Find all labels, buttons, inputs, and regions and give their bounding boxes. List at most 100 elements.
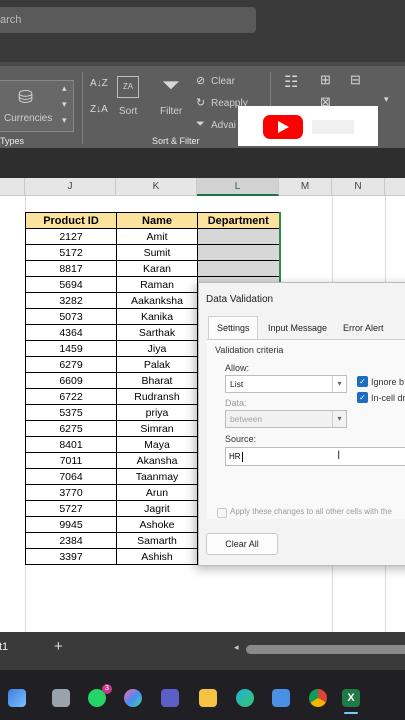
chrome-icon[interactable] (309, 689, 327, 707)
store-icon[interactable] (272, 689, 290, 707)
data-select[interactable]: between ▾ (225, 410, 347, 428)
cell-name[interactable]: Samarth (116, 532, 198, 549)
cell-name[interactable]: Karan (116, 260, 198, 277)
currencies-label: Currencies (4, 113, 53, 124)
cell-product-id[interactable]: 3282 (25, 292, 117, 309)
tab-settings[interactable]: Settings (217, 323, 250, 333)
flash-fill-icon[interactable]: ⊞ (320, 72, 331, 88)
source-input[interactable]: HR I (225, 447, 405, 466)
cell-product-id[interactable]: 2384 (25, 532, 117, 549)
cell-product-id[interactable]: 9945 (25, 516, 117, 533)
copilot-icon[interactable] (124, 689, 142, 707)
cell-product-id[interactable]: 4364 (25, 324, 117, 341)
clear-all-button[interactable]: Clear All (206, 533, 278, 555)
cell-product-id[interactable]: 5073 (25, 308, 117, 325)
column-header-n[interactable]: N (332, 178, 385, 196)
ignore-blank-checkbox[interactable]: ✓ (357, 376, 368, 387)
cell-name[interactable]: Taanmay (116, 468, 198, 485)
cell-department[interactable] (197, 244, 281, 261)
cell-name[interactable]: Maya (116, 436, 198, 453)
column-header-l[interactable]: L (197, 178, 279, 196)
clear-label: Clear (211, 76, 235, 87)
text-to-columns-icon[interactable]: ☷ (284, 72, 298, 92)
advanced-label: Advai (211, 120, 237, 131)
cell-product-id[interactable]: 3397 (25, 548, 117, 565)
cell-name[interactable]: Sarthak (116, 324, 198, 341)
cell-name[interactable]: Jiya (116, 340, 198, 357)
cell-product-id[interactable]: 7011 (25, 452, 117, 469)
cell-product-id[interactable]: 6722 (25, 388, 117, 405)
cell-name[interactable]: Jagrit (116, 500, 198, 517)
cell-product-id[interactable]: 6279 (25, 356, 117, 373)
cell-name[interactable]: Arun (116, 484, 198, 501)
cell-name[interactable]: Akansha (116, 452, 198, 469)
validation-criteria-label: Validation criteria (215, 345, 284, 355)
cell-product-id[interactable]: 5172 (25, 244, 117, 261)
header-department[interactable]: Department (197, 212, 281, 229)
sheet-tab[interactable]: t1 (0, 641, 8, 653)
column-header-m[interactable]: M (279, 178, 332, 196)
tab-error-alert[interactable]: Error Alert (343, 323, 384, 333)
task-view-icon[interactable] (52, 689, 70, 707)
cell-department[interactable] (197, 260, 281, 277)
header-product-id[interactable]: Product ID (25, 212, 117, 229)
group-label-sort-filter: Sort & Filter (152, 136, 200, 146)
currencies-gallery[interactable]: ⛁ Currencies ▴ ▾ ▾ (0, 80, 74, 132)
header-name[interactable]: Name (116, 212, 198, 229)
cell-name[interactable]: priya (116, 404, 198, 421)
chevron-down-icon: ▾ (332, 411, 346, 427)
in-cell-dropdown-checkbox[interactable]: ✓ (357, 392, 368, 403)
widgets-icon[interactable] (8, 689, 26, 707)
cell-product-id[interactable]: 5694 (25, 276, 117, 293)
cell-name[interactable]: Ashish (116, 548, 198, 565)
remove-duplicates-icon[interactable]: ⊟ (350, 72, 361, 88)
search-box[interactable]: arch (0, 7, 256, 33)
horizontal-scrollbar[interactable] (246, 645, 405, 654)
cell-product-id[interactable]: 1459 (25, 340, 117, 357)
cell-name[interactable]: Amit (116, 228, 198, 245)
cell-name[interactable]: Palak (116, 356, 198, 373)
cell-product-id[interactable]: 5727 (25, 500, 117, 517)
cell-name[interactable]: Rudransh (116, 388, 198, 405)
add-sheet-button[interactable]: + (54, 638, 63, 655)
cell-name[interactable]: Simran (116, 420, 198, 437)
edge-icon[interactable] (236, 689, 254, 707)
filter-button[interactable]: ⏷ Filter (158, 72, 190, 122)
cell-name[interactable]: Aakanksha (116, 292, 198, 309)
column-header-o[interactable] (385, 178, 405, 196)
cell-product-id[interactable]: 3770 (25, 484, 117, 501)
cell-name[interactable]: Bharat (116, 372, 198, 389)
apply-all-label: Apply these changes to all other cells w… (230, 507, 392, 516)
file-explorer-icon[interactable] (199, 689, 217, 707)
cell-product-id[interactable]: 8817 (25, 260, 117, 277)
cell-product-id[interactable]: 2127 (25, 228, 117, 245)
cell-product-id[interactable]: 8401 (25, 436, 117, 453)
cell-product-id[interactable]: 7064 (25, 468, 117, 485)
excel-icon[interactable]: X (342, 689, 360, 707)
teams-icon[interactable] (161, 689, 179, 707)
cell-name[interactable]: Kanika (116, 308, 198, 325)
cell-name[interactable]: Ashoke (116, 516, 198, 533)
cell-name[interactable]: Raman (116, 276, 198, 293)
sort-label: Sort (119, 106, 138, 117)
whatsapp-badge: 3 (102, 684, 112, 694)
sort-za-icon[interactable]: Z↓A (90, 104, 108, 115)
sort-az-icon[interactable]: A↓Z (90, 78, 108, 89)
allow-select[interactable]: List ▾ (225, 375, 347, 393)
cell-name[interactable]: Sumit (116, 244, 198, 261)
cell-product-id[interactable]: 5375 (25, 404, 117, 421)
sort-button[interactable]: ZA Sort (114, 74, 144, 124)
cell-product-id[interactable]: 6275 (25, 420, 117, 437)
scroll-left-icon[interactable]: ◂ (234, 642, 239, 653)
apply-all-checkbox[interactable] (217, 508, 227, 518)
gallery-scroll-icon: ▴ (62, 83, 67, 93)
advanced-filter-icon: ⏷ (196, 118, 205, 130)
tab-input-message[interactable]: Input Message (268, 323, 327, 333)
dropdown-arrow-icon[interactable]: ▾ (384, 94, 389, 105)
column-header-k[interactable]: K (116, 178, 197, 196)
column-header-j[interactable]: J (25, 178, 116, 196)
youtube-overlay[interactable] (238, 106, 378, 146)
ignore-blank-label: Ignore b (371, 377, 405, 387)
cell-department[interactable] (197, 228, 281, 245)
cell-product-id[interactable]: 6609 (25, 372, 117, 389)
